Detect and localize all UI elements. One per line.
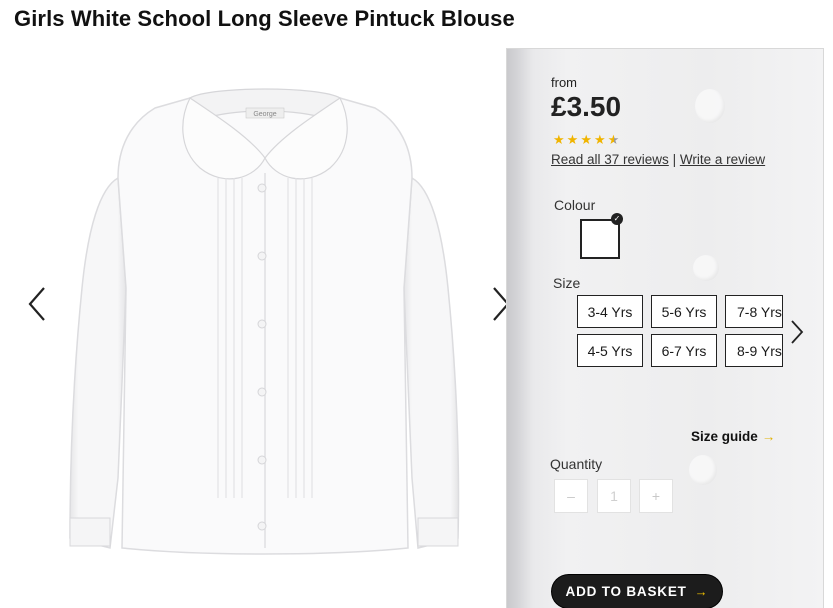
add-to-basket-label: ADD TO BASKET [565,584,687,599]
quantity-decrease-button[interactable]: – [554,479,588,513]
add-to-basket-button[interactable]: ADD TO BASKET → [552,575,722,608]
read-reviews-link[interactable]: Read all 37 reviews [551,152,669,167]
size-guide-label: Size guide [691,429,758,444]
star-icon: ★ [566,132,579,147]
size-option[interactable]: 6-7 Yrs [651,334,717,367]
rating-stars: ★ ★ ★ ★ ★ [553,133,619,146]
product-title: Girls White School Long Sleeve Pintuck B… [14,6,515,31]
arrow-right-icon: → [761,429,776,444]
size-option[interactable]: 4-5 Yrs [577,334,643,367]
product-gallery: George [0,48,520,607]
star-icon: ★ [580,132,592,147]
price-prefix: from [551,75,577,90]
arrow-right-icon: → [694,584,709,599]
star-icon: ★ [553,132,565,147]
star-icon: ★ [593,132,606,147]
size-option[interactable]: 7-8 Yrs [725,295,783,328]
water-drop-decoration [689,455,717,485]
water-drop-decoration [693,255,719,281]
size-scroll-right-button[interactable] [785,315,807,349]
quantity-input[interactable]: 1 [597,479,631,513]
size-option[interactable]: 3-4 Yrs [577,295,643,328]
quantity-increase-button[interactable]: + [639,479,673,513]
reviews-separator: | [672,152,677,167]
gallery-prev-button[interactable] [20,278,54,330]
size-label: Size [553,275,581,291]
water-drop-decoration [695,89,725,123]
colour-swatch-white[interactable] [580,219,620,259]
price: £3.50 [551,91,622,122]
product-image: George [69,88,460,555]
size-guide-link[interactable]: Size guide → [691,429,775,444]
half-star-icon: ★ [607,132,620,147]
write-review-link[interactable]: Write a review [680,152,765,167]
quantity-label: Quantity [550,456,603,472]
size-option[interactable]: 8-9 Yrs [725,334,783,367]
product-info-panel: from £3.50 ★ ★ ★ ★ ★ Read all 37 reviews… [506,48,824,608]
chevron-left-icon [28,287,45,321]
colour-label: Colour [554,197,596,213]
brand-label: George [253,111,276,118]
reviews-links: Read all 37 reviews | Write a review [551,152,765,167]
selected-check-icon: ✓ [611,213,623,225]
size-option[interactable]: 5-6 Yrs [651,295,717,328]
